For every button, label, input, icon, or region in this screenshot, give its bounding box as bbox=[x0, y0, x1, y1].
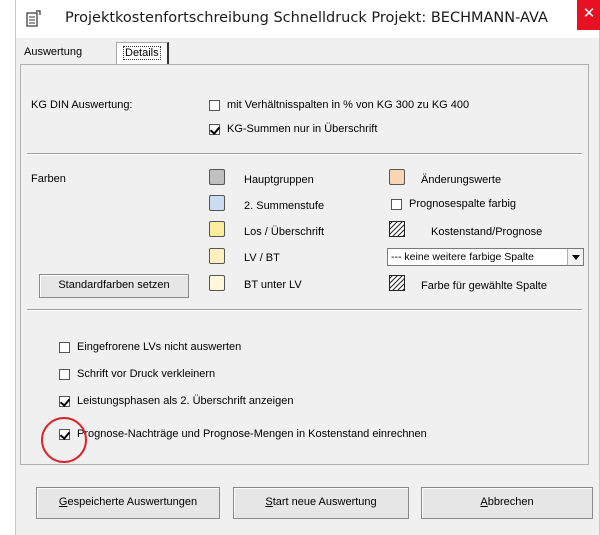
tab-details-label: Details bbox=[123, 46, 161, 60]
prognosespalte-checkbox[interactable] bbox=[391, 199, 402, 210]
tab-bar: Auswertung Details bbox=[16, 40, 599, 64]
spalte-select-value: --- keine weitere farbige Spalte bbox=[391, 251, 534, 263]
leistungsphasen-checkbox[interactable] bbox=[59, 396, 70, 407]
start-auswertung-button[interactable]: Start neue Auswertung bbox=[233, 487, 409, 519]
start-button-label: tart neue Auswertung bbox=[272, 496, 377, 508]
gewaehlte-spalte-label: Farbe für gewählte Spalte bbox=[421, 280, 547, 292]
cancel-button-mnemonic: A bbox=[480, 496, 488, 508]
hauptgruppen-label: Hauptgruppen bbox=[244, 174, 314, 186]
prognosespalte-label: Prognosespalte farbig bbox=[409, 198, 517, 210]
dialog-window: Projektkostenfortschreibung Schnelldruck… bbox=[15, 0, 600, 535]
summenstufe-label: 2. Summenstufe bbox=[244, 200, 325, 212]
bt-unter-lv-swatch[interactable] bbox=[209, 275, 225, 291]
tab-details[interactable]: Details bbox=[116, 42, 169, 64]
window-title: Projektkostenfortschreibung Schnelldruck… bbox=[65, 10, 548, 26]
kostenstand-label: Kostenstand/Prognose bbox=[431, 226, 543, 238]
eingefrorene-lvs-checkbox[interactable] bbox=[59, 342, 70, 353]
highlight-circle bbox=[41, 417, 87, 463]
kg-summen-checkbox[interactable] bbox=[209, 124, 220, 135]
standardfarben-button[interactable]: Standardfarben setzen bbox=[39, 274, 189, 298]
los-ueberschrift-label: Los / Überschrift bbox=[244, 226, 325, 238]
leistungsphasen-label: Leistungsphasen als 2. Überschrift anzei… bbox=[77, 395, 294, 407]
summenstufe-swatch[interactable] bbox=[209, 195, 225, 211]
schrift-verkleinern-checkbox[interactable] bbox=[59, 369, 70, 380]
separator bbox=[27, 153, 582, 155]
eingefrorene-lvs-label: Eingefrorene LVs nicht auswerten bbox=[77, 341, 242, 353]
schrift-verkleinern-label: Schrift vor Druck verkleinern bbox=[77, 368, 216, 380]
close-button[interactable]: ✕ bbox=[577, 0, 600, 30]
tab-auswertung[interactable]: Auswertung bbox=[24, 46, 82, 58]
bt-unter-lv-label: BT unter LV bbox=[244, 279, 302, 291]
spalte-select[interactable]: --- keine weitere farbige Spalte bbox=[387, 248, 584, 266]
title-bar: Projektkostenfortschreibung Schnelldruck… bbox=[16, 0, 600, 38]
details-panel: KG DIN Auswertung: mit Verhältnisspalten… bbox=[20, 64, 589, 465]
close-icon: ✕ bbox=[582, 5, 596, 22]
kg-verhaeltnis-label: mit Verhältnisspalten in % von KG 300 zu… bbox=[227, 99, 470, 111]
lv-bt-swatch[interactable] bbox=[209, 248, 225, 264]
separator bbox=[27, 309, 582, 311]
gespeicherte-auswertungen-button[interactable]: Gespeicherte Auswertungen bbox=[36, 487, 220, 519]
prognose-nachtraege-label: Prognose-Nachträge und Prognose-Mengen i… bbox=[77, 428, 427, 440]
start-button-mnemonic: S bbox=[265, 496, 273, 508]
kg-din-label: KG DIN Auswertung: bbox=[31, 99, 133, 111]
kg-verhaeltnis-checkbox[interactable] bbox=[209, 100, 220, 111]
farben-label: Farben bbox=[31, 173, 66, 185]
app-icon bbox=[26, 10, 41, 27]
hauptgruppen-swatch[interactable] bbox=[209, 169, 225, 185]
kg-summen-label: KG-Summen nur in Überschrift bbox=[227, 123, 378, 135]
aenderungswerte-swatch[interactable] bbox=[389, 169, 405, 185]
cancel-button-label: bbrechen bbox=[487, 496, 534, 508]
abbrechen-button[interactable]: Abbrechen bbox=[421, 487, 593, 519]
lv-bt-label: LV / BT bbox=[244, 252, 280, 264]
los-ueberschrift-swatch[interactable] bbox=[209, 221, 225, 237]
gewaehlte-spalte-hatch-icon[interactable] bbox=[389, 275, 405, 291]
aenderungswerte-label: Änderungswerte bbox=[421, 174, 502, 186]
saved-button-label: espeicherte Auswertungen bbox=[67, 496, 198, 508]
kostenstand-hatch-icon[interactable] bbox=[389, 221, 405, 237]
chevron-down-icon[interactable] bbox=[567, 249, 583, 265]
